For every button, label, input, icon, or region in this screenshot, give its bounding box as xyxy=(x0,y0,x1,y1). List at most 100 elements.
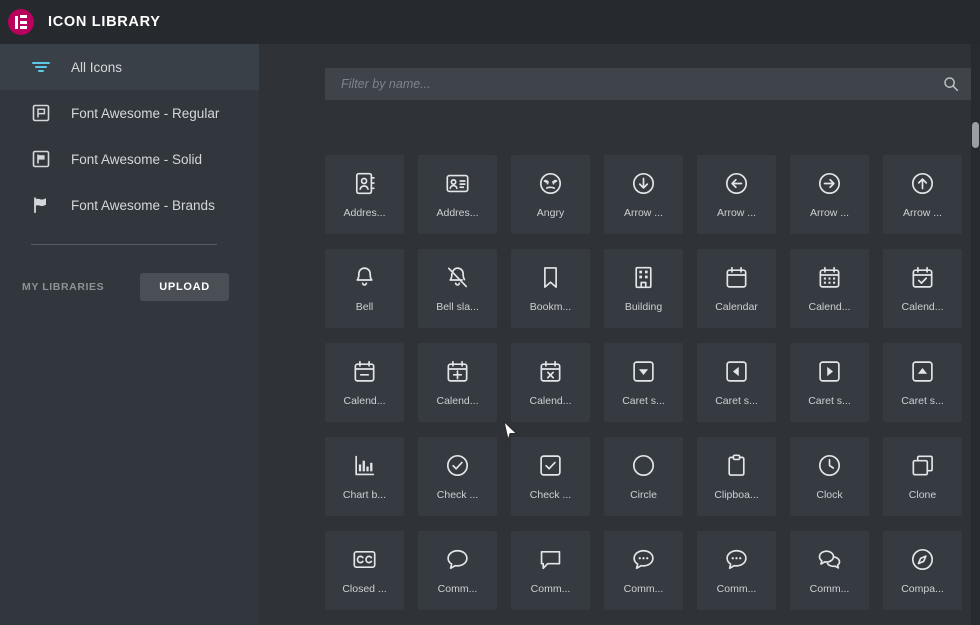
icon-tile[interactable]: Calendar xyxy=(697,249,776,328)
icon-tile[interactable]: Calend... xyxy=(511,343,590,422)
icon-tile-label: Clock xyxy=(816,488,843,501)
my-libraries-row: MY LIBRARIES UPLOAD xyxy=(0,273,259,301)
icon-tile-label: Arrow ... xyxy=(902,206,943,219)
flag-brands-icon xyxy=(31,195,51,215)
sidebar-item-label: Font Awesome - Solid xyxy=(71,151,203,167)
sidebar: All Icons Font Awesome - Regular Font Aw… xyxy=(0,44,259,625)
icon-tile-label: Caret s... xyxy=(715,394,758,407)
caret-square-up-icon xyxy=(910,359,935,384)
icon-tile-label: Caret s... xyxy=(622,394,665,407)
icon-tile[interactable]: Comm... xyxy=(790,531,869,610)
icon-tile-label: Calend... xyxy=(529,394,572,407)
icon-tile[interactable]: Comm... xyxy=(418,531,497,610)
icon-tile[interactable]: Check ... xyxy=(511,437,590,516)
calendar-times-icon xyxy=(538,359,563,384)
clock-icon xyxy=(817,453,842,478)
icon-tile-label: Calend... xyxy=(901,300,944,313)
clipboard-icon xyxy=(724,453,749,478)
scrollbar-thumb[interactable] xyxy=(972,122,979,148)
icon-tile[interactable]: Comm... xyxy=(697,531,776,610)
icon-tile-label: Clipboa... xyxy=(714,488,759,501)
icon-tile[interactable]: Circle xyxy=(604,437,683,516)
upload-button[interactable]: UPLOAD xyxy=(140,273,229,301)
calendar-icon xyxy=(724,265,749,290)
icon-tile[interactable]: Calend... xyxy=(325,343,404,422)
icon-tile[interactable]: Comm... xyxy=(604,531,683,610)
arrow-circle-down-icon xyxy=(631,171,656,196)
icon-tile[interactable]: Arrow ... xyxy=(697,155,776,234)
icon-tile-label: Chart b... xyxy=(342,488,387,501)
closed-captioning-icon xyxy=(352,547,377,572)
calendar-plus-icon xyxy=(445,359,470,384)
icon-tile[interactable]: Clock xyxy=(790,437,869,516)
comment-alt-icon xyxy=(538,547,563,572)
sidebar-item-font-awesome-brands[interactable]: Font Awesome - Brands xyxy=(0,182,259,228)
icon-tile[interactable]: Check ... xyxy=(418,437,497,516)
sidebar-item-label: Font Awesome - Brands xyxy=(71,197,215,213)
search-icon[interactable] xyxy=(943,76,959,92)
building-icon xyxy=(631,265,656,290)
icon-library-modal: ICON LIBRARY All Icons Font Awesome - Re… xyxy=(0,0,980,625)
icon-tile[interactable]: Angry xyxy=(511,155,590,234)
elementor-logo-icon xyxy=(8,9,34,35)
icon-tile[interactable]: Arrow ... xyxy=(604,155,683,234)
icon-tile-label: Comm... xyxy=(623,582,664,595)
icon-tile-label: Bell sla... xyxy=(436,300,479,313)
sidebar-item-all-icons[interactable]: All Icons xyxy=(0,44,259,90)
caret-square-left-icon xyxy=(724,359,749,384)
icon-tile[interactable]: Calend... xyxy=(418,343,497,422)
icon-tile[interactable]: Closed ... xyxy=(325,531,404,610)
icon-tile-label: Building xyxy=(624,300,663,313)
icon-tile-label: Caret s... xyxy=(901,394,944,407)
icon-tile[interactable]: Bookm... xyxy=(511,249,590,328)
icon-tile[interactable]: Calend... xyxy=(790,249,869,328)
icon-tile-label: Arrow ... xyxy=(623,206,664,219)
icon-tile-label: Arrow ... xyxy=(716,206,757,219)
arrow-circle-up-icon xyxy=(910,171,935,196)
page-title: ICON LIBRARY xyxy=(48,14,161,30)
caret-square-down-icon xyxy=(631,359,656,384)
compass-icon xyxy=(910,547,935,572)
chart-bar-icon xyxy=(352,453,377,478)
my-libraries-label: MY LIBRARIES xyxy=(22,281,105,293)
icon-tile[interactable]: Calend... xyxy=(883,249,962,328)
icon-tile[interactable]: Caret s... xyxy=(697,343,776,422)
check-square-icon xyxy=(538,453,563,478)
icon-tile-label: Closed ... xyxy=(342,582,387,595)
icon-tile[interactable]: Addres... xyxy=(325,155,404,234)
icon-tile-label: Check ... xyxy=(529,488,572,501)
icon-tile[interactable]: Bell sla... xyxy=(418,249,497,328)
icon-tile[interactable]: Compa... xyxy=(883,531,962,610)
icon-tile-label: Comm... xyxy=(530,582,571,595)
search-input[interactable] xyxy=(325,77,943,91)
angry-face-icon xyxy=(538,171,563,196)
calendar-alt-icon xyxy=(817,265,842,290)
icon-tile[interactable]: Chart b... xyxy=(325,437,404,516)
icon-tile[interactable]: Caret s... xyxy=(790,343,869,422)
comment-icon xyxy=(445,547,470,572)
address-card-icon xyxy=(445,171,470,196)
sidebar-item-font-awesome-solid[interactable]: Font Awesome - Solid xyxy=(0,136,259,182)
icon-tile[interactable]: Bell xyxy=(325,249,404,328)
calendar-minus-icon xyxy=(352,359,377,384)
icon-tile-label: Bell xyxy=(355,300,374,313)
icon-tile[interactable]: Building xyxy=(604,249,683,328)
caret-square-right-icon xyxy=(817,359,842,384)
flag-solid-icon xyxy=(31,149,51,169)
icon-tile[interactable]: Addres... xyxy=(418,155,497,234)
icon-tile[interactable]: Caret s... xyxy=(604,343,683,422)
main-content: All Icons Addres...Addres...AngryArrow .… xyxy=(259,44,980,625)
icon-tile[interactable]: Clone xyxy=(883,437,962,516)
search-bar[interactable] xyxy=(325,68,975,100)
sidebar-item-font-awesome-regular[interactable]: Font Awesome - Regular xyxy=(0,90,259,136)
icon-tile[interactable]: Arrow ... xyxy=(790,155,869,234)
sidebar-divider xyxy=(31,244,217,245)
icon-tile-label: Calend... xyxy=(343,394,386,407)
vertical-scrollbar[interactable] xyxy=(971,44,980,625)
icon-tile[interactable]: Caret s... xyxy=(883,343,962,422)
icon-tile[interactable]: Arrow ... xyxy=(883,155,962,234)
icon-tile[interactable]: Clipboa... xyxy=(697,437,776,516)
icon-tile[interactable]: Comm... xyxy=(511,531,590,610)
arrow-circle-left-icon xyxy=(724,171,749,196)
sidebar-item-label: All Icons xyxy=(71,59,123,75)
